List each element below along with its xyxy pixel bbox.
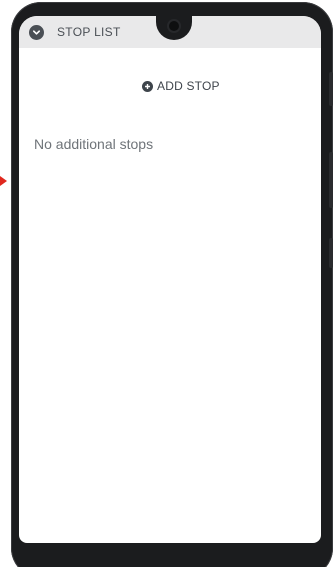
page-title: STOP LIST xyxy=(57,25,121,39)
chevron-down-icon[interactable] xyxy=(29,25,44,40)
side-button xyxy=(329,72,333,106)
empty-stops-message: No additional stops xyxy=(34,136,154,152)
app-screen: STOP LIST ADD STOP No additional stops xyxy=(19,16,321,543)
camera-icon xyxy=(169,21,179,31)
device-frame: STOP LIST ADD STOP No additional stops xyxy=(11,2,333,567)
add-stop-label: ADD STOP xyxy=(157,79,220,93)
side-button xyxy=(329,152,333,208)
page: STOP LIST ADD STOP No additional stops xyxy=(0,0,334,567)
side-button xyxy=(329,238,333,268)
pointer-arrow-icon xyxy=(0,176,7,186)
add-stop-button[interactable]: ADD STOP xyxy=(142,79,220,93)
plus-circle-icon xyxy=(142,80,153,92)
